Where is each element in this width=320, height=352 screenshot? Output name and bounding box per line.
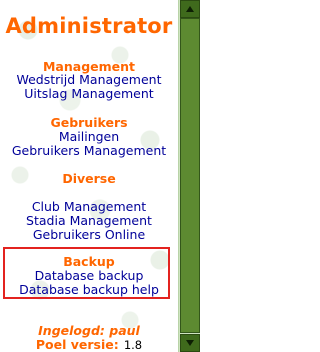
link-club-management[interactable]: Club Management bbox=[0, 199, 178, 214]
scroll-up-button[interactable] bbox=[180, 0, 200, 18]
section-heading-backup: Backup bbox=[63, 254, 115, 269]
link-stadia-management[interactable]: Stadia Management bbox=[0, 213, 178, 228]
link-wedstrijd-management[interactable]: Wedstrijd Management bbox=[0, 72, 178, 87]
menu-title: Administrator bbox=[5, 14, 173, 38]
scrollbar-thumb[interactable] bbox=[180, 18, 200, 333]
vertical-scrollbar[interactable] bbox=[178, 0, 200, 352]
arrow-up-icon bbox=[186, 6, 194, 12]
scroll-down-button[interactable] bbox=[180, 334, 200, 352]
version-label: Poel versie: bbox=[35, 337, 119, 352]
section-heading-gebruikers: Gebruikers bbox=[50, 115, 128, 130]
version-value: 1.8 bbox=[123, 338, 143, 352]
link-database-backup[interactable]: Database backup bbox=[0, 268, 178, 283]
section-heading-diverse: Diverse bbox=[62, 171, 116, 186]
link-mailingen[interactable]: Mailingen bbox=[0, 129, 178, 144]
link-uitslag-management[interactable]: Uitslag Management bbox=[0, 86, 178, 101]
link-gebruikers-online[interactable]: Gebruikers Online bbox=[0, 227, 178, 242]
arrow-down-icon bbox=[186, 340, 194, 346]
link-gebruikers-management[interactable]: Gebruikers Management bbox=[0, 143, 178, 158]
version-info: Poel versie: 1.8 bbox=[0, 334, 178, 352]
link-database-backup-help[interactable]: Database backup help bbox=[0, 282, 178, 297]
admin-menu-panel: Administrator Management Wedstrijd Manag… bbox=[0, 0, 178, 352]
